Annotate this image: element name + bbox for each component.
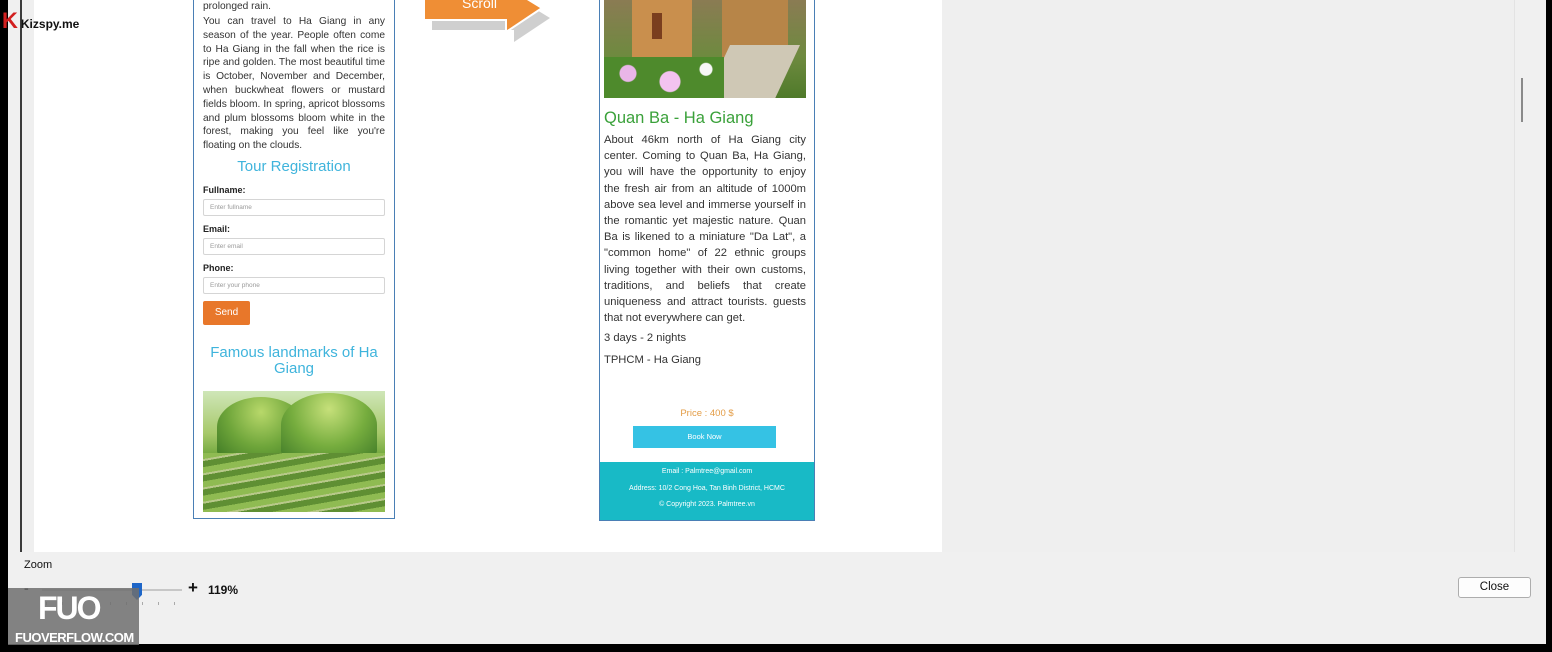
scroll-arrow-label: Scroll — [462, 0, 497, 11]
tour-registration-title: Tour Registration — [237, 158, 351, 175]
phone-input[interactable]: Enter your phone — [203, 277, 385, 294]
phone-label: Phone: — [203, 263, 234, 273]
viewport-left-border — [20, 0, 22, 552]
footer-copyright: © Copyright 2023. Palmtree.vn — [659, 501, 755, 508]
footer-email: Email : Palmtree@gmail.com — [661, 468, 753, 475]
page-canvas: prolonged rain. You can travel to Ha Gia… — [34, 0, 942, 552]
season-paragraph: You can travel to Ha Giang in any season… — [203, 16, 385, 152]
place-title: Quan Ba - Ha Giang — [604, 109, 754, 127]
email-label: Email: — [203, 224, 231, 234]
book-now-button[interactable]: Book Now — [633, 426, 776, 448]
email-input[interactable]: Enter email — [203, 238, 385, 255]
site-logo: K Kizspy.me — [2, 8, 79, 34]
page-footer: Email : Palmtree@gmail.com Address: 10/2… — [600, 462, 814, 520]
logo-k-icon: K — [2, 8, 18, 33]
tour-price: Price : 400 $ — [680, 408, 734, 419]
tour-duration: 3 days - 2 nights — [604, 332, 687, 344]
watermark-big-text: FUO — [38, 590, 102, 626]
left-phone-frame: prolonged rain. You can travel to Ha Gia… — [193, 0, 395, 519]
zoom-label: Zoom — [24, 559, 53, 571]
fullname-input[interactable]: Enter fullname — [203, 199, 385, 216]
watermark-logo: FUO FUOVERFLOW.COM — [8, 588, 139, 645]
scrollbar-thumb[interactable] — [1521, 78, 1523, 122]
place-description: About 46km north of Ha Giang city center… — [604, 134, 806, 325]
close-button[interactable]: Close — [1458, 577, 1531, 598]
logo-text: Kizspy.me — [20, 17, 80, 31]
vertical-scrollbar[interactable] — [1514, 0, 1530, 552]
right-phone-frame: Quan Ba - Ha Giang About 46km north of H… — [599, 0, 815, 521]
landmark-hills-image — [203, 391, 385, 512]
tour-route: TPHCM - Ha Giang — [604, 354, 701, 366]
quan-ba-homestay-image — [604, 0, 806, 98]
zoom-in-button[interactable]: + — [188, 578, 198, 598]
landmarks-title: Famous landmarks of Ha Giang — [210, 344, 378, 377]
scroll-arrow-icon: Scroll — [423, 0, 550, 42]
app-root: prolonged rain. You can travel to Ha Gia… — [0, 0, 1552, 652]
footer-address: Address: 10/2 Cong Hoa, Tan Binh Distric… — [629, 484, 785, 492]
preview-window: prolonged rain. You can travel to Ha Gia… — [8, 0, 1546, 644]
zoom-toolbar: Zoom - + 119% Close — [8, 552, 1546, 644]
fullname-label: Fullname: — [203, 185, 246, 195]
send-button[interactable]: Send — [203, 301, 250, 325]
intro-tail-text: prolonged rain. — [203, 1, 271, 12]
watermark-small-text: FUOVERFLOW.COM — [15, 630, 134, 645]
zoom-value: 119% — [208, 583, 239, 597]
